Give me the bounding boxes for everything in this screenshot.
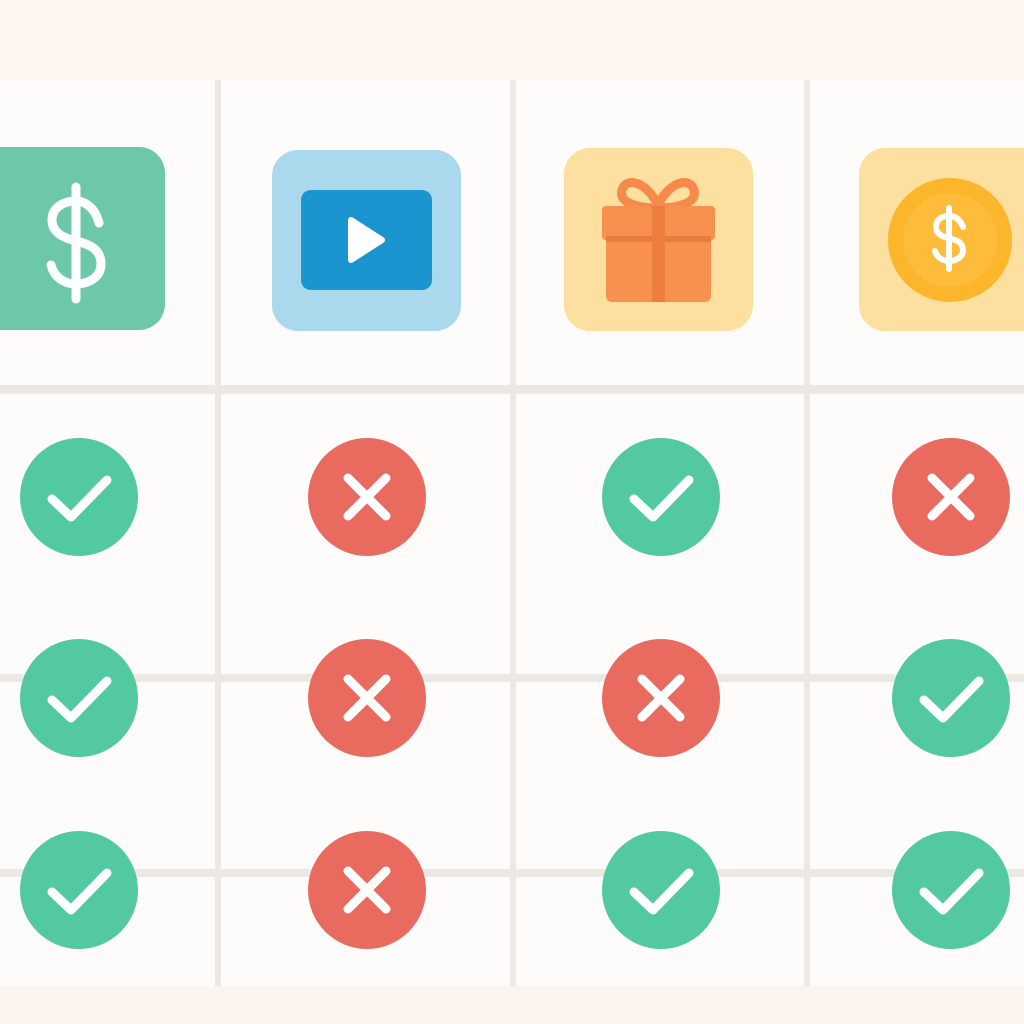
dollar-sign-icon <box>0 147 165 330</box>
gift-box-icon <box>564 148 753 331</box>
comparison-page <box>0 0 1024 1024</box>
video-play-icon <box>272 150 461 331</box>
video-tile <box>272 150 461 331</box>
cross-icon <box>601 638 721 758</box>
cross-icon <box>307 638 427 758</box>
check-icon <box>19 437 139 557</box>
bottom-band <box>0 986 1024 1024</box>
cross-icon <box>891 437 1011 557</box>
gift-tile <box>564 148 753 331</box>
check-icon <box>601 437 721 557</box>
top-band <box>0 0 1024 80</box>
check-icon <box>891 830 1011 950</box>
coin-tile <box>859 148 1024 331</box>
check-icon <box>601 830 721 950</box>
dollar-tile <box>0 147 165 330</box>
check-icon <box>19 830 139 950</box>
cross-icon <box>307 830 427 950</box>
check-icon <box>891 638 1011 758</box>
cross-icon <box>307 437 427 557</box>
coin-dollar-icon <box>859 148 1024 331</box>
check-icon <box>19 638 139 758</box>
